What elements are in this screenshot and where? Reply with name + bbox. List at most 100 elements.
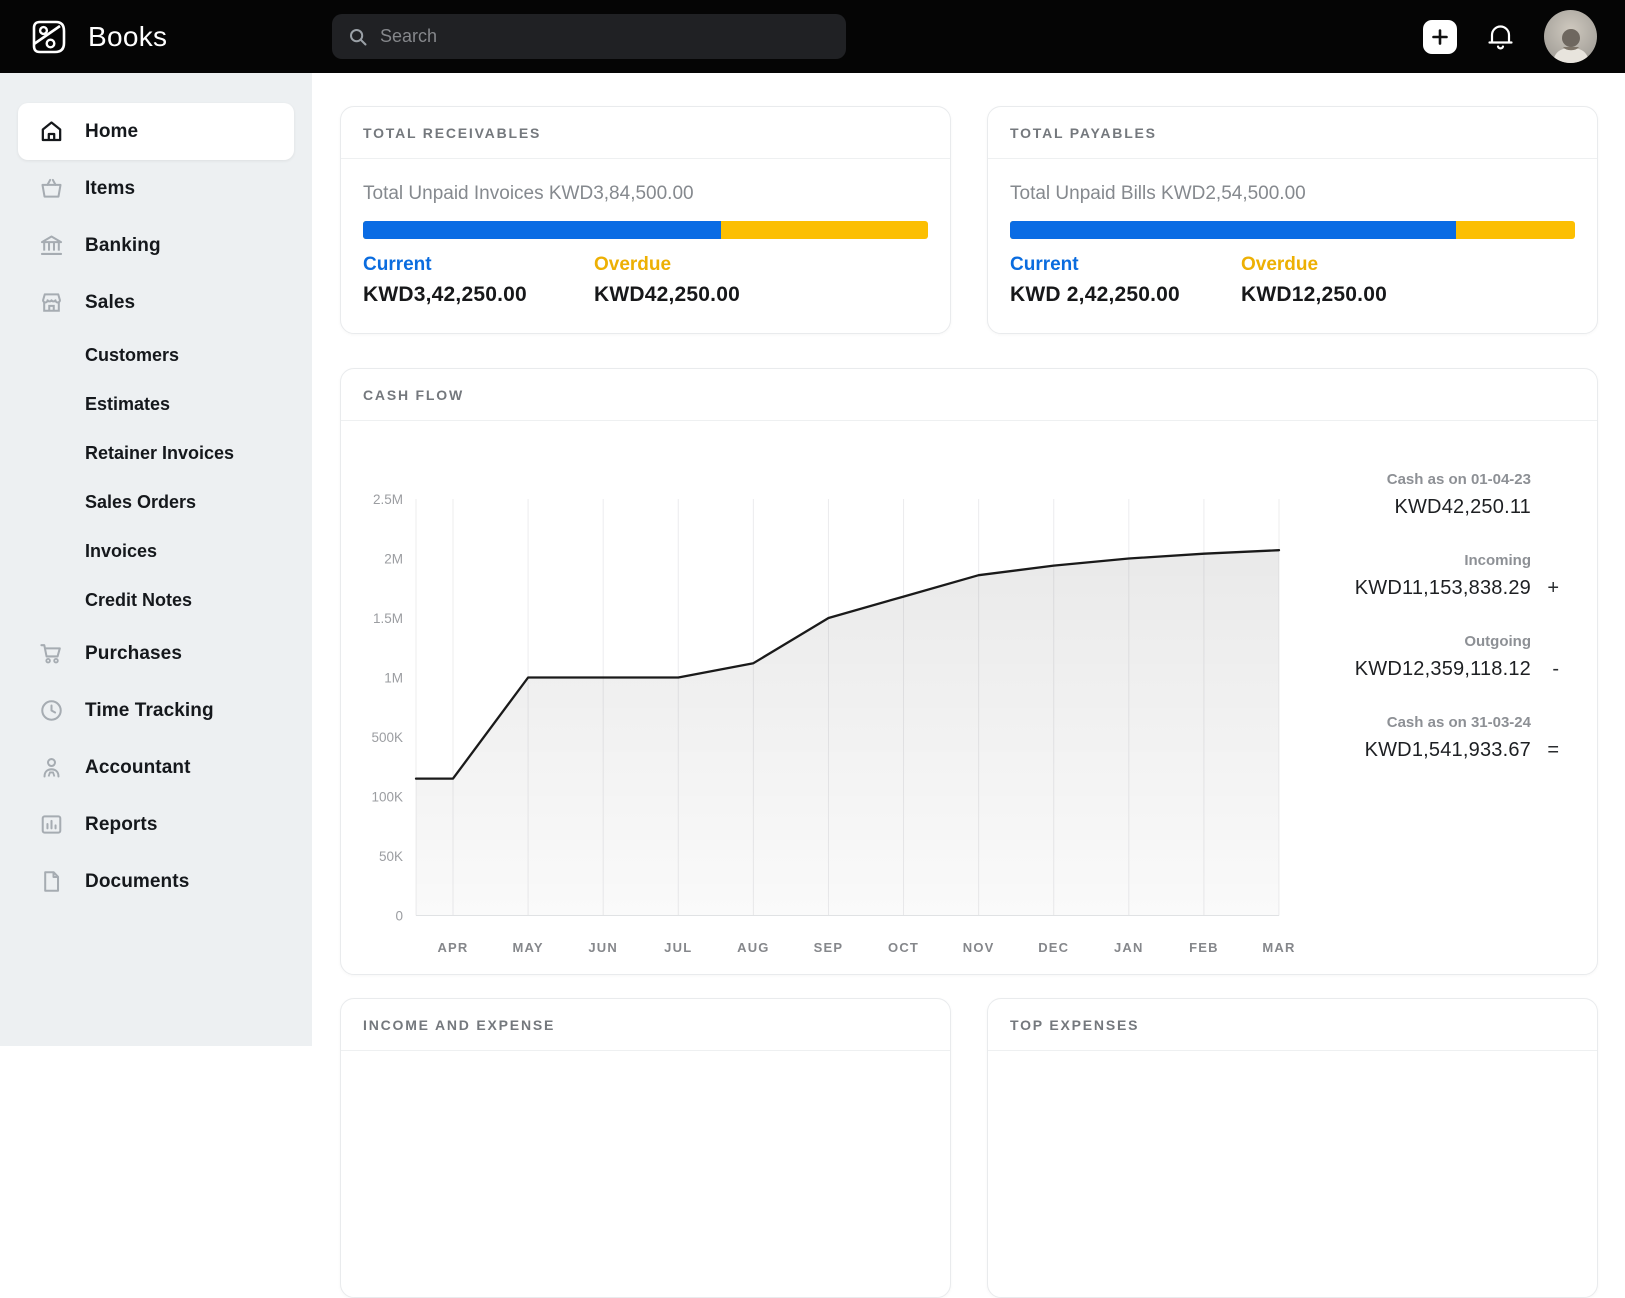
income-expense-card-header: INCOME AND EXPENSE xyxy=(341,999,950,1051)
unpaid-invoices-summary: Total Unpaid Invoices KWD3,84,500.00 xyxy=(363,183,694,204)
app-brand: Books xyxy=(0,14,167,60)
unpaid-bills-summary: Total Unpaid Bills KWD2,54,500.00 xyxy=(1010,183,1306,204)
payables-overdue-value: KWD12,250.00 xyxy=(1241,283,1387,306)
stat-value: KWD1,541,933.67 xyxy=(1364,739,1531,761)
report-icon xyxy=(38,811,65,838)
dashboard-main: TOTAL RECEIVABLES Total Unpaid Invoices … xyxy=(340,73,1598,1298)
sidebar-item-items[interactable]: Items xyxy=(18,160,294,217)
stat-operator: - xyxy=(1552,658,1559,680)
sidebar-item-documents[interactable]: Documents xyxy=(18,853,294,910)
payables-current-segment xyxy=(1010,221,1457,239)
stat-operator: = xyxy=(1547,739,1559,761)
sidebar-subitem-customers[interactable]: Customers xyxy=(18,331,294,380)
cash-flow-card-header: CASH FLOW xyxy=(341,369,1597,421)
books-logo-icon xyxy=(26,14,72,60)
sidebar-subitem-label: Retainer Invoices xyxy=(85,443,235,463)
svg-text:100K: 100K xyxy=(371,790,403,805)
svg-text:0: 0 xyxy=(395,909,403,924)
svg-text:JAN: JAN xyxy=(1114,940,1144,955)
top-expenses-card-header: TOP EXPENSES xyxy=(988,999,1597,1051)
cart-icon xyxy=(38,640,65,667)
svg-text:2M: 2M xyxy=(384,552,403,567)
quick-add-button[interactable] xyxy=(1423,19,1457,54)
search-input[interactable] xyxy=(380,26,830,47)
cash-flow-stats-panel: Cash as on 01-04-23 KWD42,250.11 Incoming K… xyxy=(1239,471,1559,795)
sidebar-subitem-label: Sales Orders xyxy=(85,492,197,512)
sidebar-subitem-label: Customers xyxy=(85,345,180,365)
sidebar-item-banking[interactable]: Banking xyxy=(18,217,294,274)
income-expense-title: INCOME AND EXPENSE xyxy=(363,1016,556,1033)
cashflow-stat-cash-as-on-31-03-24: Cash as on 31-03-24 KWD1,541,933.67 = xyxy=(1239,714,1559,762)
notifications-bell-icon[interactable] xyxy=(1487,22,1514,51)
stat-label: Cash as on 01-04-23 xyxy=(1386,471,1531,488)
receivables-current-value: KWD3,42,250.00 xyxy=(363,283,527,306)
home-icon xyxy=(38,118,65,145)
sidebar-item-purchases[interactable]: Purchases xyxy=(18,625,294,682)
cash-flow-card: CASH FLOW 0 50K 100K 500K 1M 1.5M 2M 2.5M APR MAY… xyxy=(340,368,1598,975)
svg-text:MAR: MAR xyxy=(1262,940,1295,955)
svg-text:DEC: DEC xyxy=(1038,940,1069,955)
svg-text:JUN: JUN xyxy=(588,940,618,955)
top-expenses-card: TOP EXPENSES xyxy=(987,998,1598,1298)
receivables-current-segment xyxy=(363,221,722,239)
sidebar-subitem-credit-notes[interactable]: Credit Notes xyxy=(18,576,294,625)
receivables-overdue-value: KWD42,250.00 xyxy=(594,283,740,306)
sidebar-item-reports[interactable]: Reports xyxy=(18,796,294,853)
global-search[interactable] xyxy=(332,14,846,59)
svg-text:2.5M: 2.5M xyxy=(373,492,403,507)
svg-text:NOV: NOV xyxy=(963,940,995,955)
svg-text:AUG: AUG xyxy=(737,940,770,955)
sidebar-item-label: Reports xyxy=(85,813,158,835)
top-expenses-title: TOP EXPENSES xyxy=(1010,1016,1140,1033)
receivables-card-header: TOTAL RECEIVABLES xyxy=(341,107,950,159)
sidebar-item-time-tracking[interactable]: Time Tracking xyxy=(18,682,294,739)
sidebar-item-label: Time Tracking xyxy=(85,699,214,721)
sidebar-subitem-label: Invoices xyxy=(85,541,158,561)
svg-text:1.5M: 1.5M xyxy=(373,611,403,626)
sidebar-item-sales[interactable]: Sales xyxy=(18,274,294,331)
sidebar-subitem-sales-orders[interactable]: Sales Orders xyxy=(18,478,294,527)
receivables-progress-bar xyxy=(363,221,928,239)
stat-value: KWD42,250.11 xyxy=(1394,496,1531,518)
app-title: Books xyxy=(88,20,168,52)
income-expense-card: INCOME AND EXPENSE xyxy=(340,998,951,1298)
svg-text:FEB: FEB xyxy=(1189,940,1219,955)
stat-label: Cash as on 31-03-24 xyxy=(1386,714,1531,731)
svg-text:1M: 1M xyxy=(384,671,403,686)
sidebar-item-label: Accountant xyxy=(85,756,191,778)
clock-icon xyxy=(38,697,65,724)
sidebar-subitem-invoices[interactable]: Invoices xyxy=(18,527,294,576)
sidebar-item-home[interactable]: Home xyxy=(18,103,294,160)
payables-current-label: Current xyxy=(1010,254,1079,275)
sidebar-item-label: Items xyxy=(85,177,136,199)
svg-text:APR: APR xyxy=(437,940,468,955)
stat-label: Incoming xyxy=(1464,552,1531,569)
stat-value: KWD12,359,118.12 xyxy=(1354,658,1531,680)
sidebar-item-accountant[interactable]: Accountant xyxy=(18,739,294,796)
sidebar-subitem-label: Credit Notes xyxy=(85,590,193,610)
svg-text:OCT: OCT xyxy=(888,940,919,955)
sidebar-item-label: Home xyxy=(85,120,139,142)
store-icon xyxy=(38,289,65,316)
sidebar-subitem-retainer-invoices[interactable]: Retainer Invoices xyxy=(18,429,294,478)
receivables-current-label: Current xyxy=(363,254,432,275)
basket-icon xyxy=(38,175,65,202)
sidebar-item-label: Purchases xyxy=(85,642,183,664)
stat-operator: + xyxy=(1547,577,1559,599)
svg-text:JUL: JUL xyxy=(664,940,692,955)
receivables-title: TOTAL RECEIVABLES xyxy=(363,124,542,141)
bank-icon xyxy=(38,232,65,259)
svg-text:50K: 50K xyxy=(379,849,403,864)
search-icon xyxy=(348,27,368,47)
cash-flow-title: CASH FLOW xyxy=(363,386,464,403)
payables-card-header: TOTAL PAYABLES xyxy=(988,107,1597,159)
payables-title: TOTAL PAYABLES xyxy=(1010,124,1157,141)
user-avatar[interactable] xyxy=(1544,10,1597,63)
sidebar-item-label: Documents xyxy=(85,870,190,892)
cashflow-stat-cash-as-on-01-04-23: Cash as on 01-04-23 KWD42,250.11 xyxy=(1239,471,1559,519)
sidebar-nav: Home Items Banking Sales Customers Estimates R… xyxy=(0,73,312,1046)
sidebar-subitem-estimates[interactable]: Estimates xyxy=(18,380,294,429)
stat-value: KWD11,153,838.29 xyxy=(1354,577,1531,599)
payables-overdue-label: Overdue xyxy=(1241,254,1319,275)
total-receivables-card: TOTAL RECEIVABLES Total Unpaid Invoices … xyxy=(340,106,951,334)
